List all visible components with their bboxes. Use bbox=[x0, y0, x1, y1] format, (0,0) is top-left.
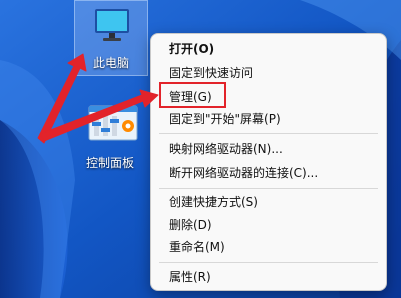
menu-item-delete[interactable]: 删除(D) bbox=[151, 214, 386, 236]
context-menu: 打开(O) 固定到快速访问 管理(G) 固定到"开始"屏幕(P) 映射网络驱动器… bbox=[150, 33, 387, 291]
menu-item-disconnect-network-drive[interactable]: 断开网络驱动器的连接(C)... bbox=[151, 162, 386, 184]
highlight-box bbox=[159, 82, 226, 108]
menu-item-pin-quick-access[interactable]: 固定到快速访问 bbox=[151, 62, 386, 84]
menu-item-open[interactable]: 打开(O) bbox=[151, 38, 386, 60]
menu-separator bbox=[159, 262, 378, 263]
menu-separator bbox=[159, 133, 378, 134]
menu-item-pin-start[interactable]: 固定到"开始"屏幕(P) bbox=[151, 108, 386, 130]
control-panel-icon bbox=[88, 105, 138, 141]
menu-item-rename[interactable]: 重命名(M) bbox=[151, 236, 386, 258]
menu-separator bbox=[159, 188, 378, 189]
menu-item-map-network-drive[interactable]: 映射网络驱动器(N)... bbox=[151, 138, 386, 160]
desktop-icon-control-panel[interactable]: 控制面板 bbox=[80, 104, 156, 170]
menu-item-properties[interactable]: 属性(R) bbox=[151, 266, 386, 288]
desktop-icon-label: 此电脑 bbox=[92, 56, 129, 70]
desktop-icon-this-pc[interactable]: 此电脑 bbox=[74, 0, 148, 76]
monitor-icon bbox=[95, 9, 129, 41]
menu-item-create-shortcut[interactable]: 创建快捷方式(S) bbox=[151, 191, 386, 213]
